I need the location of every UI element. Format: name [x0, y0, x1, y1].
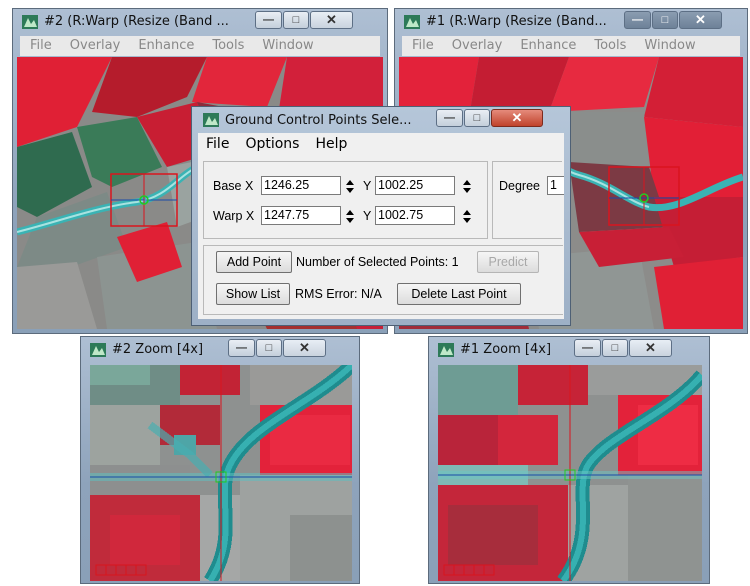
menu-options[interactable]: Options: [237, 133, 307, 155]
maximize-icon: □: [292, 14, 300, 26]
maximize-button[interactable]: □: [464, 109, 490, 127]
menu-enhance[interactable]: Enhance: [128, 36, 202, 56]
gcp-dialog-titlebar[interactable]: Ground Control Points Sele... — □ ✕: [192, 107, 570, 133]
gcp-dialog-title: Ground Control Points Sele...: [225, 113, 412, 128]
app-icon: [438, 343, 454, 357]
menu-tools[interactable]: Tools: [584, 36, 634, 56]
minimize-icon: —: [263, 14, 274, 26]
maximize-icon: □: [473, 112, 481, 124]
predict-button[interactable]: Predict: [477, 251, 539, 273]
zoom-image-1[interactable]: [438, 365, 702, 581]
minimize-icon: —: [632, 14, 643, 26]
close-icon: ✕: [299, 340, 310, 355]
app-icon: [203, 113, 219, 127]
maximize-button[interactable]: □: [602, 339, 628, 357]
base-x-field[interactable]: 1246.25: [261, 176, 341, 195]
image-window-1-menubar: File Overlay Enhance Tools Window: [402, 36, 740, 56]
add-point-button[interactable]: Add Point: [216, 251, 292, 273]
minimize-button[interactable]: —: [436, 109, 463, 127]
base-x-label: Base X: [213, 179, 254, 193]
app-icon: [22, 15, 38, 29]
menu-tools[interactable]: Tools: [202, 36, 252, 56]
base-y-spinner[interactable]: [461, 178, 473, 195]
image-window-2-title: #2 (R:Warp (Resize (Band ...: [44, 14, 229, 29]
close-icon: ✕: [511, 110, 523, 125]
minimize-button[interactable]: —: [624, 11, 651, 29]
close-button[interactable]: ✕: [491, 109, 543, 127]
menu-overlay[interactable]: Overlay: [442, 36, 511, 56]
zoom-window-1: #1 Zoom [4x] — □ ✕: [428, 336, 710, 584]
minimize-icon: —: [444, 112, 455, 124]
base-y-field[interactable]: 1002.25: [375, 176, 455, 195]
base-y-label: Y: [363, 179, 372, 193]
app-icon: [90, 343, 106, 357]
menu-enhance[interactable]: Enhance: [510, 36, 584, 56]
gcp-dialog: Ground Control Points Sele... — □ ✕ File…: [191, 106, 571, 326]
image-window-1-title: #1 (R:Warp (Resize (Band...: [426, 14, 607, 29]
menu-overlay[interactable]: Overlay: [60, 36, 129, 56]
minimize-button[interactable]: —: [574, 339, 601, 357]
maximize-icon: □: [611, 342, 619, 354]
close-button[interactable]: ✕: [629, 339, 672, 357]
degree-field[interactable]: 1: [547, 176, 564, 195]
maximize-button[interactable]: □: [256, 339, 282, 357]
delete-last-point-button[interactable]: Delete Last Point: [397, 283, 521, 305]
close-button[interactable]: ✕: [310, 11, 353, 29]
warp-y-spinner[interactable]: [461, 208, 473, 225]
warp-x-label: Warp X: [213, 209, 255, 223]
maximize-button[interactable]: □: [283, 11, 309, 29]
selected-points-count: Number of Selected Points: 1: [296, 255, 459, 269]
warp-x-field[interactable]: 1247.75: [261, 206, 341, 225]
base-x-spinner[interactable]: [344, 178, 356, 195]
zoom-window-1-titlebar[interactable]: #1 Zoom [4x] — □ ✕: [429, 337, 709, 363]
maximize-button[interactable]: □: [652, 11, 678, 29]
app-icon: [404, 15, 420, 29]
minimize-button[interactable]: —: [255, 11, 282, 29]
menu-help[interactable]: Help: [307, 133, 355, 155]
maximize-icon: □: [265, 342, 273, 354]
image-window-1-titlebar[interactable]: #1 (R:Warp (Resize (Band... — □ ✕: [395, 9, 747, 35]
image-window-2-menubar: File Overlay Enhance Tools Window: [20, 36, 380, 56]
close-button[interactable]: ✕: [283, 339, 326, 357]
close-icon: ✕: [645, 340, 656, 355]
close-button[interactable]: ✕: [679, 11, 722, 29]
image-window-2-titlebar[interactable]: #2 (R:Warp (Resize (Band ... — □ ✕: [13, 9, 387, 35]
menu-file[interactable]: File: [20, 36, 60, 56]
degree-group: [492, 161, 562, 239]
degree-label: Degree: [499, 179, 540, 193]
zoom-window-2-title: #2 Zoom [4x]: [112, 342, 204, 357]
close-icon: ✕: [326, 12, 337, 27]
minimize-icon: —: [236, 342, 247, 354]
gcp-dialog-body: Base X 1246.25 Y 1002.25 Warp X 1247.75 …: [198, 155, 564, 319]
menu-file[interactable]: File: [198, 133, 237, 155]
warp-x-spinner[interactable]: [344, 208, 356, 225]
show-list-button[interactable]: Show List: [216, 283, 290, 305]
menu-file[interactable]: File: [402, 36, 442, 56]
minimize-icon: —: [582, 342, 593, 354]
rms-error-text: RMS Error: N/A: [295, 287, 382, 301]
menu-window[interactable]: Window: [634, 36, 703, 56]
close-icon: ✕: [695, 12, 706, 27]
zoom-window-1-title: #1 Zoom [4x]: [460, 342, 552, 357]
zoom-window-2: #2 Zoom [4x] — □ ✕: [80, 336, 360, 584]
gcp-dialog-menubar: File Options Help: [198, 133, 564, 155]
maximize-icon: □: [661, 14, 669, 26]
minimize-button[interactable]: —: [228, 339, 255, 357]
warp-y-field[interactable]: 1002.75: [375, 206, 455, 225]
menu-window[interactable]: Window: [252, 36, 321, 56]
zoom-image-2[interactable]: [90, 365, 352, 581]
coordinates-group: [203, 161, 488, 239]
warp-y-label: Y: [363, 209, 372, 223]
zoom-window-2-titlebar[interactable]: #2 Zoom [4x] — □ ✕: [81, 337, 359, 363]
